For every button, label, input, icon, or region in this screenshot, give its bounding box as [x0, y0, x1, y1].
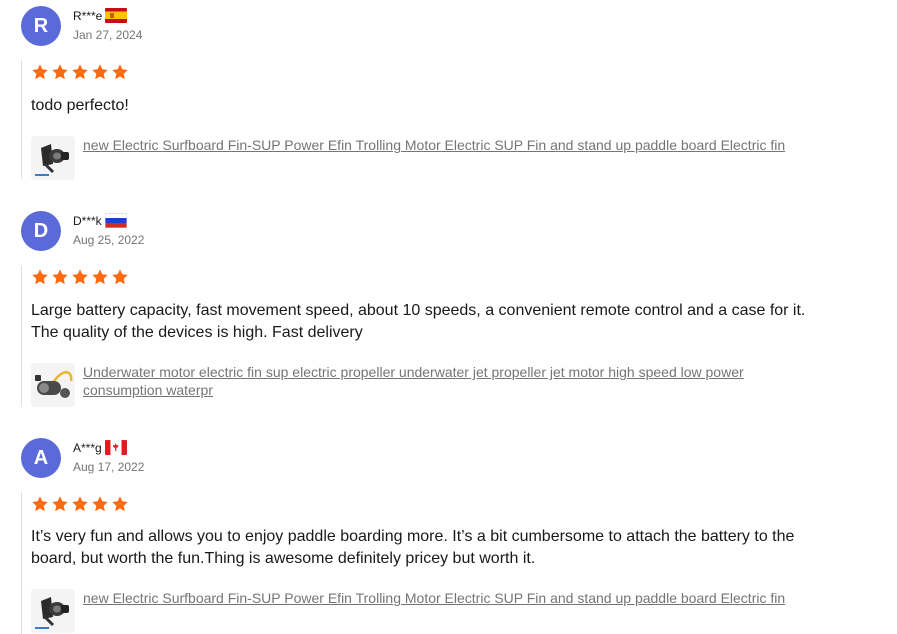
product-reference[interactable]: new Electric Surfboard Fin-SUP Power Efi…: [31, 136, 821, 180]
avatar: A: [21, 438, 61, 478]
star-icon: [112, 496, 128, 512]
reviewer-name-text: R***e: [73, 8, 103, 23]
product-thumbnail[interactable]: [31, 589, 75, 633]
review-text: It’s very fun and allows you to enjoy pa…: [31, 528, 795, 567]
avatar: D: [21, 211, 61, 251]
review-date: Jan 27, 2024: [73, 28, 143, 42]
product-reference[interactable]: new Electric Surfboard Fin-SUP Power Efi…: [31, 589, 821, 633]
russia-flag-icon: [104, 213, 127, 228]
star-icon: [52, 64, 68, 80]
star-rating: [31, 495, 129, 513]
product-reference[interactable]: Underwater motor electric fin sup electr…: [31, 363, 821, 407]
reviewer-name-text: A***g: [73, 440, 102, 455]
surf-fin-motor-icon: [31, 136, 75, 180]
star-rating: [31, 268, 129, 286]
product-link[interactable]: Underwater motor electric fin sup electr…: [83, 363, 813, 399]
star-icon: [112, 64, 128, 80]
product-thumbnail[interactable]: [31, 363, 75, 407]
star-rating: [31, 63, 129, 81]
product-link[interactable]: new Electric Surfboard Fin-SUP Power Efi…: [83, 136, 813, 154]
star-icon: [72, 496, 88, 512]
star-icon: [52, 496, 68, 512]
surf-fin-motor-icon: [31, 589, 75, 633]
star-icon: [92, 64, 108, 80]
review-divider: [21, 266, 22, 407]
star-icon: [32, 269, 48, 285]
star-icon: [92, 269, 108, 285]
star-icon: [32, 496, 48, 512]
avatar: R: [21, 6, 61, 46]
product-thumbnail[interactable]: [31, 136, 75, 180]
canada-flag-icon: [104, 440, 127, 455]
star-icon: [32, 64, 48, 80]
star-icon: [52, 269, 68, 285]
review-date: Aug 17, 2022: [73, 460, 145, 474]
review-text: Large battery capacity, fast movement sp…: [31, 302, 806, 341]
product-link[interactable]: new Electric Surfboard Fin-SUP Power Efi…: [83, 589, 813, 607]
review-date: Aug 25, 2022: [73, 233, 145, 247]
underwater-motor-icon: [31, 363, 75, 407]
star-icon: [72, 64, 88, 80]
reviewer-name: R***e: [73, 8, 128, 23]
star-icon: [92, 496, 108, 512]
reviewer-name: D***k: [73, 213, 127, 228]
reviewer-name: A***g: [73, 440, 127, 455]
review-divider: [21, 60, 22, 179]
star-icon: [72, 269, 88, 285]
reviewer-name-text: D***k: [73, 213, 102, 228]
review-text: todo perfecto!: [31, 97, 129, 114]
star-icon: [112, 269, 128, 285]
review-divider: [21, 492, 22, 634]
spain-flag-icon: [105, 8, 128, 23]
